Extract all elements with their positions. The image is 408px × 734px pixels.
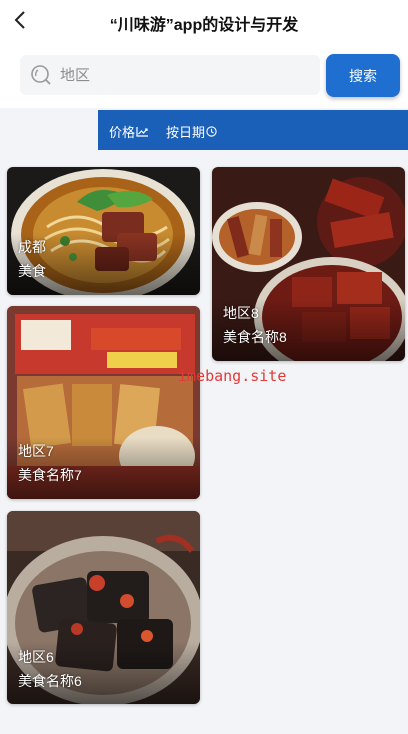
search-input[interactable] [60, 55, 310, 95]
card-food-name: 美食名称7 [18, 467, 82, 483]
card-food-name: 美食 [18, 263, 46, 279]
card-region: 成都 [18, 239, 46, 255]
card-region: 地区6 [18, 649, 54, 665]
food-card[interactable]: 地区7 美食名称7 [7, 306, 200, 499]
app-header: “川味游”app的设计与开发 [0, 0, 408, 42]
search-bar: 搜索 [0, 42, 408, 108]
sort-bar: 价格 按日期 [98, 110, 408, 150]
food-card[interactable]: 成都 美食 [7, 167, 200, 295]
card-food-name: 美食名称8 [223, 329, 287, 345]
food-card[interactable]: 地区8 美食名称8 [212, 167, 405, 361]
search-field[interactable] [20, 55, 320, 95]
sort-price-label: 价格 [109, 125, 136, 140]
page-title: “川味游”app的设计与开发 [109, 17, 299, 34]
card-food-name: 美食名称6 [18, 673, 82, 689]
sort-by-price-button[interactable]: 价格 [109, 122, 149, 141]
search-button[interactable]: 搜索 [326, 54, 400, 97]
card-region: 地区7 [18, 443, 54, 459]
search-icon [31, 65, 51, 85]
sort-date-label: 按日期 [166, 125, 206, 140]
watermark-text: imebang.site [178, 367, 287, 385]
sort-by-date-button[interactable]: 按日期 [166, 122, 217, 141]
trend-chart-icon [136, 127, 149, 137]
clock-icon [206, 126, 217, 137]
food-card[interactable]: 地区6 美食名称6 [7, 511, 200, 704]
card-region: 地区8 [223, 305, 259, 321]
